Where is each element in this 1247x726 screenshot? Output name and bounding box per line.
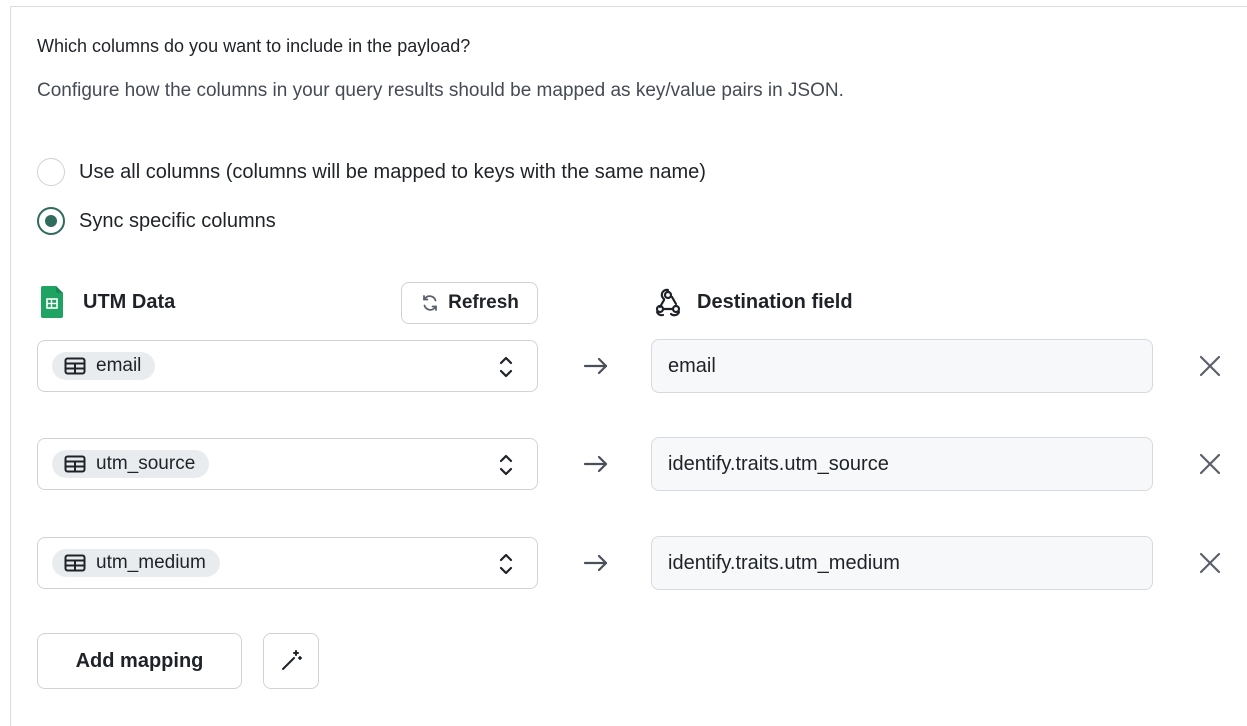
radio-label: Use all columns (columns will be mapped …	[79, 160, 706, 183]
destination-header: Destination field	[653, 287, 853, 317]
radio-sync-specific-columns[interactable]: Sync specific columns	[37, 207, 276, 235]
close-icon[interactable]	[1197, 353, 1223, 379]
column-name: email	[96, 355, 142, 376]
chevron-up-down-icon	[499, 454, 513, 476]
chevron-up-down-icon	[499, 356, 513, 378]
close-icon[interactable]	[1197, 451, 1223, 477]
refresh-label: Refresh	[448, 292, 519, 313]
section-description: Configure how the columns in your query …	[37, 80, 844, 101]
arrow-right-icon	[583, 554, 608, 572]
auto-map-button[interactable]	[263, 633, 319, 689]
section-title: Which columns do you want to include in …	[37, 36, 471, 56]
close-icon[interactable]	[1197, 550, 1223, 576]
chevron-up-down-icon	[499, 553, 513, 575]
destination-field-input[interactable]: identify.traits.utm_source	[651, 437, 1153, 491]
destination-field-input[interactable]: email	[651, 339, 1153, 393]
webhook-icon	[655, 288, 681, 317]
radio-button-checked[interactable]	[37, 207, 65, 235]
magic-wand-icon	[282, 650, 302, 670]
google-sheets-icon	[41, 286, 63, 318]
destination-field-input[interactable]: identify.traits.utm_medium	[651, 536, 1153, 590]
column-name: utm_medium	[96, 552, 206, 573]
destination-title: Destination field	[697, 290, 853, 313]
arrow-right-icon	[583, 357, 608, 375]
arrow-right-icon	[583, 455, 608, 473]
source-column-select[interactable]: email	[37, 340, 538, 392]
source-header: UTM Data	[41, 286, 175, 318]
add-mapping-button[interactable]: Add mapping	[37, 633, 242, 689]
source-column-select[interactable]: utm_medium	[37, 537, 538, 589]
table-column-icon	[64, 554, 86, 572]
refresh-button[interactable]: Refresh	[401, 282, 538, 324]
column-chip: utm_medium	[52, 549, 220, 577]
refresh-icon	[423, 295, 438, 311]
table-column-icon	[64, 357, 86, 375]
table-column-icon	[64, 455, 86, 473]
source-title: UTM Data	[83, 290, 176, 313]
radio-use-all-columns[interactable]: Use all columns (columns will be mapped …	[37, 158, 706, 186]
source-column-select[interactable]: utm_source	[37, 438, 538, 490]
column-chip: email	[52, 352, 156, 380]
column-name: utm_source	[96, 453, 196, 474]
radio-button-unchecked[interactable]	[37, 158, 65, 186]
column-chip: utm_source	[52, 450, 210, 478]
radio-label: Sync specific columns	[79, 209, 276, 232]
